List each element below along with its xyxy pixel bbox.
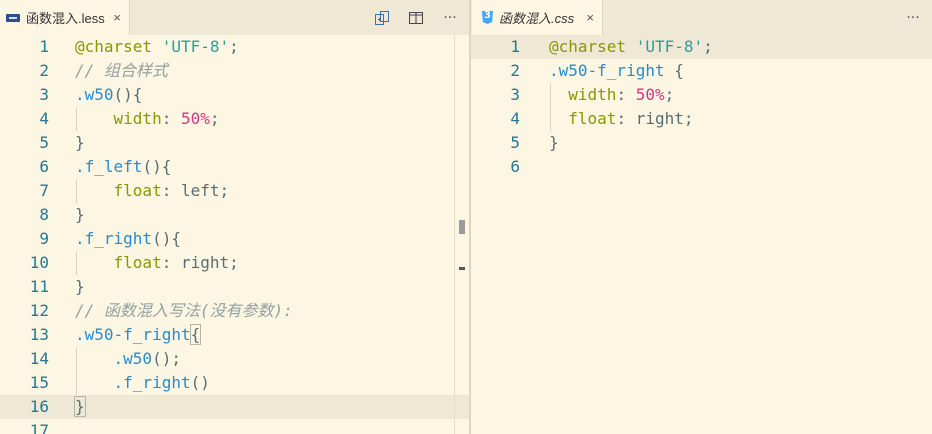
line-number: 12 (29, 301, 49, 320)
line-number: 4 (510, 109, 520, 128)
right-tab-bar: 函数混入.css × ··· (471, 0, 932, 35)
code-text: @charset 'UTF-8'; (75, 37, 239, 56)
indent-guide (76, 251, 77, 275)
code-line[interactable]: 14 .w50(); (0, 347, 469, 371)
line-number: 6 (39, 157, 49, 176)
code-text: } (74, 396, 86, 417)
line-number: 11 (29, 277, 49, 296)
code-text: } (75, 277, 85, 296)
code-line[interactable]: 5} (471, 131, 932, 155)
line-number: 16 (29, 397, 49, 416)
line-number: 2 (39, 61, 49, 80)
line-number: 5 (39, 133, 49, 152)
code-line[interactable]: 2 .w50-f_right { (471, 59, 932, 83)
left-vertical-scrollbar[interactable] (454, 35, 469, 434)
indent-guide (76, 107, 77, 131)
line-number: 13 (29, 325, 49, 344)
code-text: .w50-f_right { (549, 61, 684, 80)
code-text: // 组合样式 (75, 61, 168, 80)
tab-less-file[interactable]: 函数混入.less × (0, 0, 130, 35)
tab-css-file[interactable]: 函数混入.css × (472, 0, 603, 35)
code-line[interactable]: 7 float: left; (0, 179, 469, 203)
line-number: 2 (510, 61, 520, 80)
code-line[interactable]: 3 .w50(){ (0, 83, 469, 107)
tab-label: 函数混入.less (26, 11, 105, 26)
code-text: // 函数混入写法(没有参数): (75, 301, 293, 320)
split-editor-icon[interactable] (407, 9, 425, 27)
code-line[interactable]: 12 // 函数混入写法(没有参数): (0, 299, 469, 323)
code-text: } (549, 133, 559, 152)
code-line[interactable]: 11} (0, 275, 469, 299)
overview-ruler-mark (459, 220, 465, 234)
code-line[interactable]: 6 (471, 155, 932, 179)
line-number: 3 (510, 85, 520, 104)
line-number: 1 (510, 37, 520, 56)
code-text: .f_right(){ (75, 229, 181, 248)
left-editor-actions: ··· (373, 0, 459, 35)
code-line[interactable]: 6 .f_left(){ (0, 155, 469, 179)
code-line[interactable]: 5} (0, 131, 469, 155)
close-icon[interactable]: × (113, 10, 121, 25)
left-editor-pane: 函数混入.less × ··· 1 @charset 'UTF-8'; 2 // 组合… (0, 0, 469, 434)
left-tab-bar: 函数混入.less × ··· (0, 0, 469, 35)
less-file-icon (6, 13, 20, 22)
code-text: .f_left(){ (75, 157, 172, 176)
code-line[interactable]: 9 .f_right(){ (0, 227, 469, 251)
code-text: .f_right() (113, 373, 210, 392)
left-code-editor[interactable]: 1 @charset 'UTF-8'; 2 // 组合样式 3 .w50(){ 4 widt… (0, 35, 469, 434)
tab-label: 函数混入.css (499, 11, 575, 26)
code-text: @charset 'UTF-8'; (549, 37, 713, 56)
code-line[interactable]: 17 (0, 419, 469, 434)
code-text: .w50(){ (75, 85, 143, 104)
code-text: width: 50%; (113, 109, 220, 128)
code-text: } (75, 205, 85, 224)
code-line[interactable]: 4 width: 50%; (0, 107, 469, 131)
code-text: } (75, 133, 85, 152)
line-number: 6 (510, 157, 520, 176)
line-number: 15 (29, 373, 49, 392)
line-number: 17 (29, 421, 49, 434)
indent-guide (76, 179, 77, 203)
more-actions-icon[interactable]: ··· (904, 9, 922, 27)
code-line[interactable]: 8} (0, 203, 469, 227)
more-actions-icon[interactable]: ··· (441, 9, 459, 27)
indent-guide (550, 107, 551, 131)
line-number: 7 (39, 181, 49, 200)
indent-guide (550, 83, 551, 107)
code-line[interactable]: 4 float: right; (471, 107, 932, 131)
compare-icon[interactable] (373, 9, 391, 27)
indent-guide (76, 371, 77, 395)
code-text: .w50(); (113, 349, 181, 368)
right-editor-actions: ··· (904, 0, 922, 35)
line-number: 3 (39, 85, 49, 104)
code-line[interactable]: 13 .w50-f_right{ (0, 323, 469, 347)
line-number: 14 (29, 349, 49, 368)
code-text: width: 50%; (568, 85, 675, 104)
line-number: 1 (39, 37, 49, 56)
code-line[interactable]: 15 .f_right() (0, 371, 469, 395)
right-editor-pane: 函数混入.css × ··· 1 @charset 'UTF-8'; 2 .w50-f… (471, 0, 932, 434)
code-line[interactable]: 3 width: 50%; (471, 83, 932, 107)
code-line[interactable]: 1 @charset 'UTF-8'; (471, 35, 932, 59)
line-number: 5 (510, 133, 520, 152)
line-number: 9 (39, 229, 49, 248)
line-number: 4 (39, 109, 49, 128)
overview-ruler-cursor (459, 267, 465, 270)
code-text: float: right; (568, 109, 694, 128)
code-text: float: left; (113, 181, 230, 200)
close-icon[interactable]: × (586, 10, 594, 25)
code-line[interactable]: 16} (0, 395, 469, 419)
indent-guide (76, 347, 77, 371)
line-number: 8 (39, 205, 49, 224)
right-code-editor[interactable]: 1 @charset 'UTF-8'; 2 .w50-f_right { 3 width… (471, 35, 932, 434)
line-number: 10 (29, 253, 49, 272)
code-line[interactable]: 1 @charset 'UTF-8'; (0, 35, 469, 59)
code-line[interactable]: 10 float: right; (0, 251, 469, 275)
code-text: float: right; (113, 253, 239, 272)
code-text: .w50-f_right{ (75, 324, 202, 345)
code-line[interactable]: 2 // 组合样式 (0, 59, 469, 83)
css-file-icon (482, 11, 493, 24)
